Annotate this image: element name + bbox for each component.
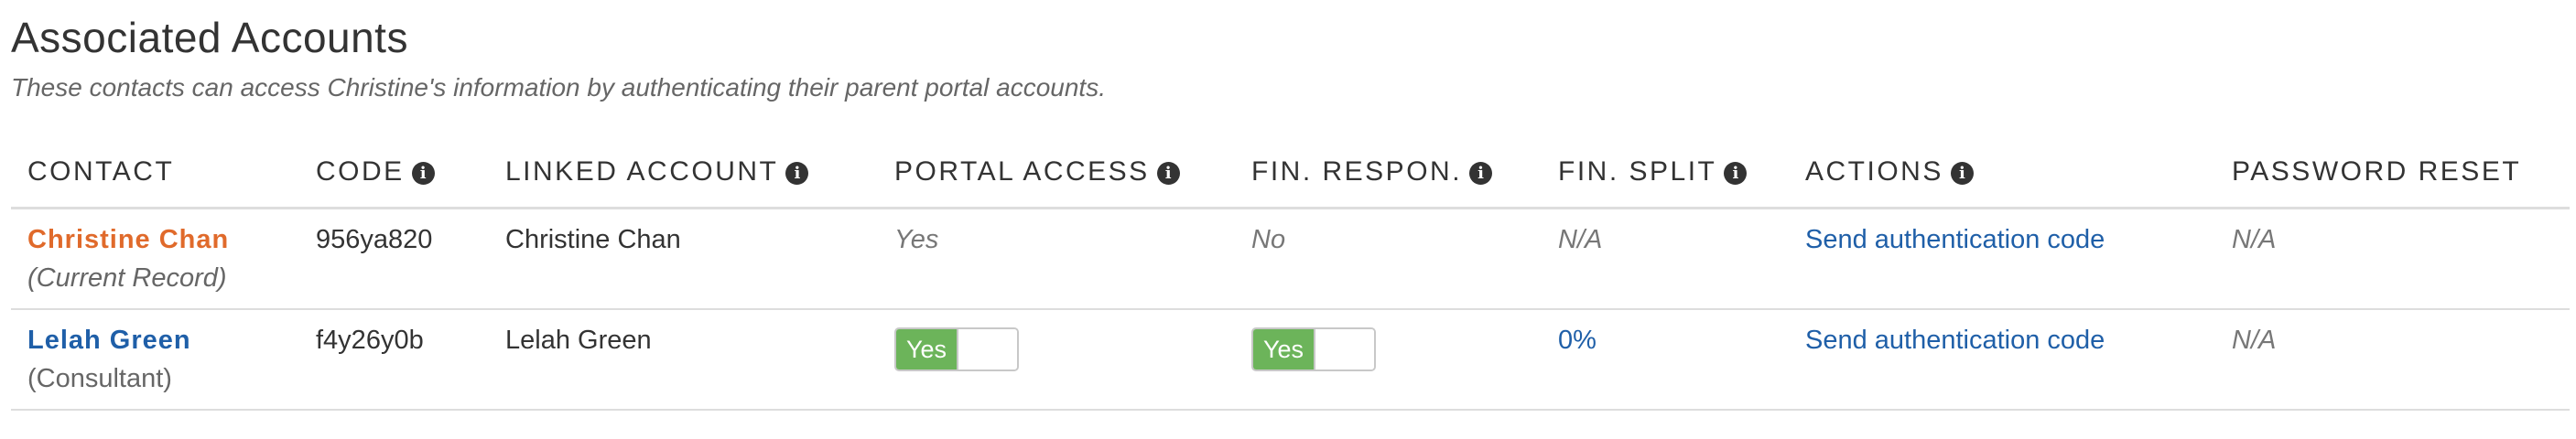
col-contact: CONTACT bbox=[11, 137, 299, 209]
contact-cell: Lelah Green (Consultant) bbox=[11, 308, 299, 411]
toggle-knob bbox=[957, 328, 1017, 369]
info-icon[interactable]: i bbox=[1156, 162, 1180, 185]
info-icon[interactable]: i bbox=[1950, 162, 1974, 185]
toggle-knob bbox=[1314, 328, 1374, 369]
actions-cell: Send authentication code bbox=[1789, 308, 2215, 411]
portal-access-toggle[interactable]: Yes bbox=[894, 327, 1019, 371]
contact-name-current: Christine Chan bbox=[27, 225, 230, 254]
col-password-reset: PASSWORD RESET bbox=[2215, 137, 2570, 209]
actions-cell: Send authentication code bbox=[1789, 208, 2215, 310]
contact-role: (Current Record) bbox=[27, 263, 227, 293]
fin-split-link[interactable]: 0% bbox=[1558, 326, 1596, 355]
toggle-on-label: Yes bbox=[1253, 328, 1314, 369]
linked-account-cell: Christine Chan bbox=[489, 208, 878, 310]
fin-respon-value: No bbox=[1235, 208, 1542, 310]
fin-respon-toggle[interactable]: Yes bbox=[1251, 327, 1376, 371]
contact-name-link[interactable]: Lelah Green bbox=[27, 326, 191, 355]
table-header-row: CONTACT CODE i LINKED ACCOUNT i PORTAL ACC… bbox=[11, 137, 2570, 209]
portal-access-value: Yes bbox=[878, 208, 1235, 310]
info-icon[interactable]: i bbox=[411, 162, 435, 185]
toggle-on-label: Yes bbox=[896, 328, 957, 369]
col-fin-respon: FIN. RESPON. i bbox=[1235, 137, 1542, 209]
col-code: CODE i bbox=[299, 137, 489, 209]
col-fin-split: FIN. SPLIT i bbox=[1542, 137, 1789, 209]
contact-cell: Christine Chan (Current Record) bbox=[11, 208, 299, 310]
send-authentication-code-link[interactable]: Send authentication code bbox=[1805, 326, 2105, 355]
portal-access-cell: Yes bbox=[878, 308, 1235, 411]
col-actions: ACTIONS i bbox=[1789, 137, 2215, 209]
password-reset-value: N/A bbox=[2215, 208, 2570, 310]
password-reset-value: N/A bbox=[2215, 308, 2570, 411]
col-linked-account: LINKED ACCOUNT i bbox=[489, 137, 878, 209]
info-icon[interactable]: i bbox=[1469, 162, 1493, 185]
linked-account-cell: Lelah Green bbox=[489, 308, 878, 411]
associated-accounts-table: CONTACT CODE i LINKED ACCOUNT i PORTAL ACC… bbox=[11, 137, 2570, 411]
send-authentication-code-link[interactable]: Send authentication code bbox=[1805, 225, 2105, 254]
col-portal-access: PORTAL ACCESS i bbox=[878, 137, 1235, 209]
info-icon[interactable]: i bbox=[1724, 162, 1748, 185]
table-row: Christine Chan (Current Record) 956ya820… bbox=[11, 208, 2570, 310]
section-subtitle: These contacts can access Christine's in… bbox=[11, 73, 1106, 102]
contact-role: (Consultant) bbox=[27, 363, 172, 393]
table-row: Lelah Green (Consultant) f4y26y0b Lelah … bbox=[11, 308, 2570, 411]
fin-split-value: N/A bbox=[1542, 208, 1789, 310]
section-title: Associated Accounts bbox=[11, 14, 408, 61]
code-cell: 956ya820 bbox=[299, 208, 489, 310]
fin-split-cell: 0% bbox=[1542, 308, 1789, 411]
code-cell: f4y26y0b bbox=[299, 308, 489, 411]
associated-accounts-panel: Associated Accounts These contacts can a… bbox=[0, 0, 2576, 439]
info-icon[interactable]: i bbox=[785, 162, 809, 185]
fin-respon-cell: Yes bbox=[1235, 308, 1542, 411]
